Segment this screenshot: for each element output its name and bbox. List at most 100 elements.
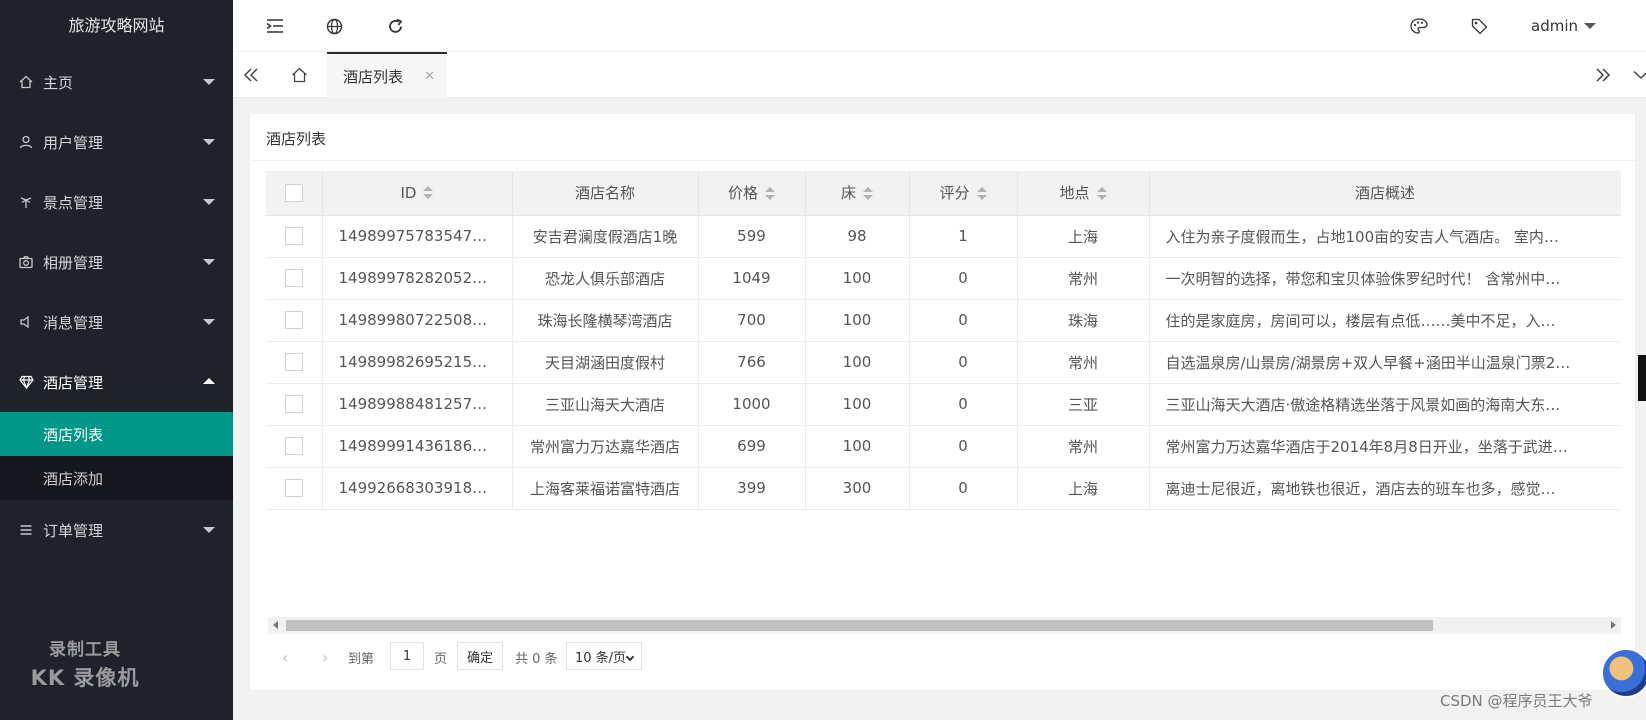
sidebar-item-messages[interactable]: 消息管理: [0, 292, 233, 352]
table-cell: 上海客莱福诺富特酒店: [512, 467, 699, 510]
column-header[interactable]: 地点: [1017, 171, 1150, 216]
table-cell: 300: [805, 467, 910, 510]
recorder-watermark: 录制工具 KK 录像机: [30, 640, 140, 690]
avatar[interactable]: [1601, 648, 1646, 698]
user-menu[interactable]: admin: [1531, 17, 1596, 35]
table-cell: 766: [698, 341, 806, 384]
scroll-right-icon[interactable]: [1585, 52, 1621, 98]
csdn-watermark: CSDN @程序员王大爷: [1440, 692, 1593, 710]
table-row[interactable]: 1498998269521530880 天目湖涵田度假村 766 100 0 常州 自选温泉…: [266, 341, 1621, 384]
table-cell: 0: [909, 341, 1018, 384]
tag-icon[interactable]: [1468, 15, 1490, 37]
menu-fold-icon[interactable]: [264, 15, 286, 37]
table-cell: 珠海长隆横琴湾酒店: [512, 299, 699, 342]
table-cell: 100: [805, 257, 910, 300]
diamond-icon: [18, 374, 34, 390]
table-cell: 常州: [1017, 257, 1150, 300]
scroll-right-arrow-icon[interactable]: [1611, 621, 1616, 629]
table-cell: 1498998072250830848: [322, 299, 513, 342]
home-tab-icon[interactable]: [281, 52, 317, 98]
table-cell: 100: [805, 425, 910, 468]
confirm-button[interactable]: 确定: [457, 642, 503, 670]
table-cell: 699: [698, 425, 806, 468]
row-checkbox-cell: [266, 341, 323, 384]
table-cell: 安吉君澜度假酒店1晚: [512, 215, 699, 258]
row-checkbox-cell: [266, 425, 323, 468]
next-page-icon[interactable]: ›: [322, 642, 328, 672]
caret-down-icon: [203, 527, 215, 533]
row-checkbox-cell: [266, 215, 323, 258]
page-number-input[interactable]: 1: [390, 642, 424, 670]
row-checkbox[interactable]: [284, 395, 303, 414]
table-row[interactable]: 1498997578354757632 安吉君澜度假酒店1晚 599 98 1 上海 入住为…: [266, 215, 1621, 258]
prev-page-icon[interactable]: ‹: [282, 642, 288, 672]
caret-down-icon: [203, 139, 215, 145]
table-cell: 珠海: [1017, 299, 1150, 342]
sort-icon[interactable]: [765, 186, 775, 201]
row-checkbox[interactable]: [284, 437, 303, 456]
sort-icon[interactable]: [423, 186, 434, 200]
scroll-left-icon[interactable]: [233, 52, 269, 98]
table-row[interactable]: 1498999143618678784 常州富力万达嘉华酒店 699 100 0 常州 常州…: [266, 425, 1621, 468]
user-icon: [18, 134, 34, 150]
column-header[interactable]: 床: [805, 171, 910, 216]
globe-icon[interactable]: [323, 15, 345, 37]
scrollbar-thumb[interactable]: [286, 620, 1433, 631]
table-row[interactable]: 1498997828205252608 恐龙人俱乐部酒店 1049 100 0 常州 一次明…: [266, 257, 1621, 300]
sidebar-item-orders[interactable]: 订单管理: [0, 500, 233, 560]
row-checkbox[interactable]: [284, 479, 303, 498]
table-cell: 1498997828205252608: [322, 257, 513, 300]
row-checkbox-cell: [266, 257, 323, 300]
sidebar-item-attractions[interactable]: 景点管理: [0, 172, 233, 232]
app-logo-title: 旅游攻略网站: [68, 16, 165, 35]
table-cell: 399: [698, 467, 806, 510]
table-cell: 1498998848125767680: [322, 383, 513, 426]
select-all-cell: [266, 171, 323, 216]
table-cell: 0: [909, 299, 1018, 342]
column-header[interactable]: 价格: [698, 171, 806, 216]
table-cell: 100: [805, 299, 910, 342]
scroll-left-arrow-icon[interactable]: [273, 621, 278, 629]
table-header-row: ID 酒店名称 价格 床 评分 地点 酒店概述: [266, 171, 1621, 216]
column-header[interactable]: ID: [322, 171, 513, 216]
sort-icon[interactable]: [1096, 186, 1107, 201]
table-cell: 离迪士尼很近，离地铁也很近，酒店去的班车也多，感觉…: [1149, 467, 1621, 510]
sidebar: 旅游攻略网站 主页 用户管理 景点管理 相册管理 消息管理 酒店管理 酒店列表 …: [0, 0, 233, 720]
chevron-down-icon[interactable]: [1623, 52, 1646, 98]
sort-icon[interactable]: [976, 186, 987, 201]
table-row[interactable]: 1498998072250830848 珠海长隆横琴湾酒店 700 100 0 珠海 住的是…: [266, 299, 1621, 342]
refresh-icon[interactable]: [384, 15, 406, 37]
column-header[interactable]: 评分: [909, 171, 1018, 216]
tab-label: 酒店列表: [343, 67, 404, 86]
horizontal-scrollbar[interactable]: [268, 617, 1621, 634]
select-all-checkbox[interactable]: [284, 184, 303, 202]
theme-palette-icon[interactable]: [1408, 15, 1430, 37]
sort-icon[interactable]: [863, 186, 873, 201]
page-suffix-label: 页: [434, 651, 448, 667]
sidebar-item-hotel-list[interactable]: 酒店列表: [0, 412, 233, 456]
row-checkbox[interactable]: [284, 269, 303, 288]
row-checkbox-cell: [266, 383, 323, 426]
table-row[interactable]: 1498998848125767680 三亚山海天大酒店 1000 100 0 三亚 三亚山…: [266, 383, 1621, 426]
sidebar-item-album[interactable]: 相册管理: [0, 232, 233, 292]
row-checkbox[interactable]: [284, 311, 303, 330]
tab-hotel-list[interactable]: 酒店列表 ✕: [327, 52, 447, 98]
row-checkbox[interactable]: [284, 353, 303, 372]
row-checkbox-cell: [266, 299, 323, 342]
sidebar-item-home[interactable]: 主页: [0, 52, 233, 112]
table-cell: 常州: [1017, 425, 1150, 468]
list-icon: [18, 522, 34, 538]
sidebar-item-label: 景点管理: [43, 193, 104, 212]
page-size-select[interactable]: 10 条/页: [566, 642, 642, 670]
table-cell: 1049: [698, 257, 806, 300]
sidebar-item-hotel-add[interactable]: 酒店添加: [0, 456, 233, 500]
table-cell: 自选温泉房/山景房/湖景房+双人早餐+涵田半山温泉门票2…: [1149, 341, 1621, 384]
sidebar-item-hotels[interactable]: 酒店管理: [0, 352, 233, 412]
table-cell: 0: [909, 257, 1018, 300]
sidebar-item-users[interactable]: 用户管理: [0, 112, 233, 172]
row-checkbox[interactable]: [284, 227, 303, 246]
table-cell: 1499266830391808000: [322, 467, 513, 510]
table-row[interactable]: 1499266830391808000 上海客莱福诺富特酒店 399 300 0 上海 离迪…: [266, 467, 1621, 510]
column-header: 酒店名称: [512, 171, 699, 216]
close-icon[interactable]: ✕: [424, 69, 435, 84]
